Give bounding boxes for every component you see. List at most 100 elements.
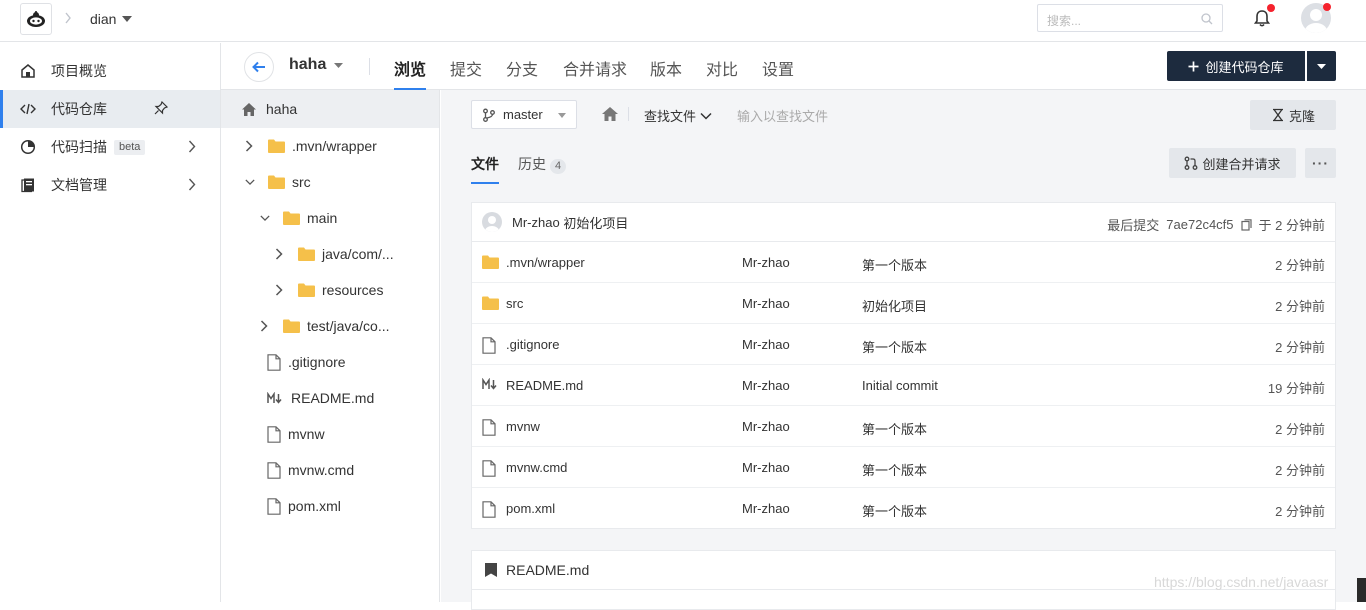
commit-time: 于 2 分钟前 [1258, 218, 1325, 233]
tab-commits[interactable]: 提交 [450, 56, 482, 90]
branch-name: master [503, 107, 543, 122]
chevron-right-icon[interactable] [275, 248, 285, 260]
clone-button[interactable]: 克隆 [1250, 100, 1336, 130]
create-repo-dropdown[interactable] [1307, 51, 1336, 81]
back-button[interactable] [244, 52, 274, 82]
create-repo-label: 创建代码仓库 [1205, 59, 1284, 75]
file-commit-message[interactable]: 第一个版本 [862, 501, 927, 520]
tab-history[interactable]: 历史 4 [518, 154, 567, 184]
tree-item-label: test/java/co... [307, 318, 390, 334]
tab-compare[interactable]: 对比 [706, 56, 738, 90]
file-row[interactable]: src Mr-zhao 初始化项目 2 分钟前 [472, 283, 1335, 324]
sidebar-item-overview[interactable]: 项目概览 [0, 52, 220, 90]
scrollbar-corner [1357, 578, 1366, 602]
tree-item[interactable]: .mvn/wrapper [245, 128, 377, 164]
tree-item[interactable]: mvnw.cmd [267, 452, 354, 488]
file-name[interactable]: pom.xml [506, 501, 555, 516]
copy-icon[interactable] [1240, 218, 1252, 231]
file-icon [267, 425, 281, 443]
chevron-right-icon[interactable] [275, 284, 285, 296]
sidebar-item-docs[interactable]: 文档管理 [0, 166, 220, 204]
chevron-right-icon [188, 140, 196, 153]
file-commit-message[interactable]: 第一个版本 [862, 337, 927, 356]
search-input[interactable]: 搜索... [1037, 4, 1223, 32]
tree-item[interactable]: resources [275, 272, 383, 308]
folder-icon [283, 211, 300, 225]
chevron-right-icon[interactable] [245, 140, 255, 152]
file-author[interactable]: Mr-zhao [742, 296, 790, 311]
tree-item[interactable]: pom.xml [267, 488, 341, 524]
file-name[interactable]: README.md [506, 378, 583, 393]
caret-down-icon [334, 62, 344, 68]
find-file-dropdown[interactable]: 查找文件 [644, 106, 712, 125]
tree-item[interactable]: src [245, 164, 311, 200]
arrow-left-icon [252, 61, 265, 73]
file-time: 2 分钟前 [1275, 463, 1325, 478]
sidebar-item-label: 文档管理 [51, 177, 107, 193]
file-author[interactable]: Mr-zhao [742, 337, 790, 352]
file-author[interactable]: Mr-zhao [742, 419, 790, 434]
sidebar-item-code-repo[interactable]: 代码仓库 [0, 90, 220, 128]
file-row[interactable]: pom.xml Mr-zhao 第一个版本 2 分钟前 [472, 488, 1335, 529]
chevron-right-icon[interactable] [260, 320, 270, 332]
file-row[interactable]: README.md Mr-zhao Initial commit 19 分钟前 [472, 365, 1335, 406]
file-author[interactable]: Mr-zhao [742, 460, 790, 475]
file-name[interactable]: src [506, 296, 523, 311]
file-commit-message[interactable]: 第一个版本 [862, 255, 927, 274]
commit-message[interactable]: 初始化项目 [563, 213, 628, 232]
commit-hash[interactable]: 7ae72c4cf5 [1166, 217, 1233, 232]
tree-item-label: .gitignore [288, 354, 346, 370]
create-merge-request-button[interactable]: 创建合并请求 [1169, 148, 1296, 178]
tab-releases[interactable]: 版本 [650, 56, 682, 90]
file-author[interactable]: Mr-zhao [742, 501, 790, 516]
logo-icon[interactable] [20, 3, 52, 35]
file-commit-message[interactable]: Initial commit [862, 378, 938, 393]
file-commit-message[interactable]: 初始化项目 [862, 296, 927, 315]
file-row[interactable]: .gitignore Mr-zhao 第一个版本 2 分钟前 [472, 324, 1335, 365]
tab-settings[interactable]: 设置 [762, 56, 794, 90]
branch-selector[interactable]: master [471, 100, 577, 129]
file-author[interactable]: Mr-zhao [742, 378, 790, 393]
file-row[interactable]: mvnw Mr-zhao 第一个版本 2 分钟前 [472, 406, 1335, 447]
sidebar-item-code-scan[interactable]: 代码扫描 beta [0, 128, 220, 166]
tree-item[interactable]: main [260, 200, 337, 236]
file-row[interactable]: .mvn/wrapper Mr-zhao 第一个版本 2 分钟前 [472, 242, 1335, 283]
bell-icon[interactable] [1254, 9, 1270, 27]
file-commit-message[interactable]: 第一个版本 [862, 460, 927, 479]
pin-icon[interactable] [154, 101, 168, 115]
beta-badge: beta [114, 139, 146, 155]
tree-item[interactable]: java/com/... [275, 236, 394, 272]
sidebar-item-label: 代码扫描 [51, 139, 107, 155]
tree-root[interactable]: haha [221, 90, 439, 128]
commit-author[interactable]: Mr-zhao [512, 215, 560, 230]
file-author[interactable]: Mr-zhao [742, 255, 790, 270]
org-switcher[interactable]: dian [90, 11, 133, 27]
file-icon [482, 337, 496, 354]
tree-item[interactable]: README.md [267, 380, 374, 416]
repo-switcher[interactable]: haha [289, 56, 344, 74]
file-name[interactable]: mvnw [506, 419, 540, 434]
find-file-input[interactable]: 输入以查找文件 [737, 106, 828, 125]
tab-browse[interactable]: 浏览 [394, 56, 427, 90]
last-commit-label: 最后提交 [1107, 218, 1160, 233]
tab-branches[interactable]: 分支 [506, 56, 538, 90]
file-row[interactable]: mvnw.cmd Mr-zhao 第一个版本 2 分钟前 [472, 447, 1335, 488]
tab-files[interactable]: 文件 [471, 154, 499, 184]
file-tree: haha .mvn/wrapper src main java/com/... reso… [221, 90, 440, 602]
tree-root-label: haha [266, 101, 298, 117]
tree-item-label: pom.xml [288, 498, 341, 514]
file-name[interactable]: mvnw.cmd [506, 460, 567, 475]
tree-item[interactable]: .gitignore [267, 344, 346, 380]
chevron-right-icon [64, 12, 72, 24]
tab-merge-requests[interactable]: 合并请求 [563, 56, 627, 90]
chevron-down-icon[interactable] [260, 213, 270, 223]
file-name[interactable]: .mvn/wrapper [506, 255, 585, 270]
more-button[interactable]: ··· [1305, 148, 1336, 178]
tree-item[interactable]: mvnw [267, 416, 325, 452]
repo-home-icon[interactable] [601, 106, 619, 122]
file-commit-message[interactable]: 第一个版本 [862, 419, 927, 438]
file-name[interactable]: .gitignore [506, 337, 559, 352]
tree-item[interactable]: test/java/co... [260, 308, 389, 344]
create-repo-button[interactable]: 创建代码仓库 [1167, 51, 1305, 81]
chevron-down-icon[interactable] [245, 177, 255, 187]
